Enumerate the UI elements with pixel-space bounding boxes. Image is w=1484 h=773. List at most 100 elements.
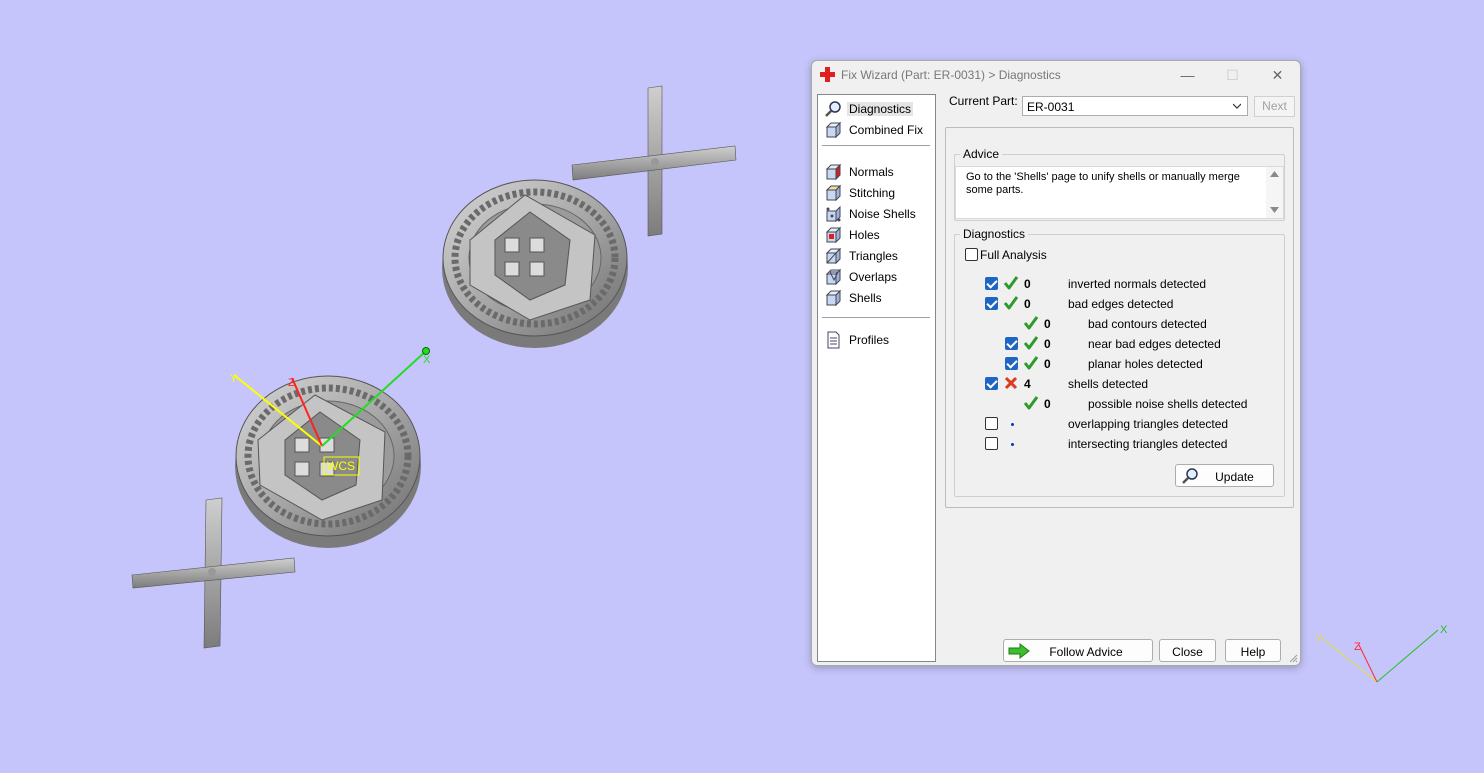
overlapping-triangles-checkbox[interactable]: [985, 417, 998, 430]
update-button[interactable]: Update: [1175, 464, 1274, 487]
document-icon: [827, 331, 840, 349]
nav-label: Overlaps: [849, 270, 898, 284]
current-part-select[interactable]: ER-0031: [1022, 96, 1248, 116]
planar-holes-checkbox[interactable]: [1005, 357, 1018, 370]
inverted-normals-checkbox[interactable]: [985, 277, 998, 290]
nav-separator: [822, 145, 930, 146]
shells-icon: [825, 289, 842, 307]
nav-label: Diagnostics: [847, 102, 914, 116]
nav-label: Holes: [849, 228, 880, 242]
intersecting-triangles-text: intersecting triangles detected: [1068, 437, 1228, 451]
shells-checkbox[interactable]: [985, 377, 998, 390]
minimize-button[interactable]: —: [1165, 61, 1210, 89]
nav-item-normals[interactable]: Normals: [822, 162, 932, 182]
full-analysis-checkbox[interactable]: [965, 248, 978, 261]
nav-label: Stitching: [849, 186, 896, 200]
current-part-label: Current Part:: [949, 94, 1018, 108]
scroll-up-arrow[interactable]: [1270, 171, 1279, 177]
axis-label-x: X: [423, 354, 431, 366]
overlaps-icon: [825, 268, 842, 286]
nav-label: Shells: [849, 291, 882, 305]
close-button[interactable]: Close: [1159, 639, 1216, 662]
green-check-icon: [1023, 396, 1039, 410]
noise-shells-count: 0: [1044, 397, 1051, 411]
axis-label-z: Z: [288, 377, 295, 389]
full-analysis-label: Full Analysis: [980, 248, 1047, 262]
triangles-icon: [825, 247, 842, 265]
nav-separator: [822, 317, 930, 318]
nav-label: Combined Fix: [849, 123, 924, 137]
current-part-value: ER-0031: [1027, 100, 1075, 114]
bad-edges-text: bad edges detected: [1068, 297, 1174, 311]
normals-icon: [825, 163, 842, 181]
green-check-icon: [1023, 336, 1039, 350]
advice-scrollbar[interactable]: [1266, 167, 1283, 218]
bad-contours-count: 0: [1044, 317, 1051, 331]
help-label: Help: [1240, 645, 1266, 659]
nav-item-overlaps[interactable]: Overlaps: [822, 267, 932, 287]
nav-label: Noise Shells: [849, 207, 916, 221]
nav-label: Normals: [849, 165, 894, 179]
holes-icon: [825, 226, 842, 244]
red-x-icon: [1004, 376, 1018, 390]
wcs-label: WCS: [327, 459, 355, 473]
inverted-normals-text: inverted normals detected: [1068, 277, 1207, 291]
part-ring-upper: [442, 179, 628, 348]
advice-textbox[interactable]: Go to the 'Shells' page to unify shells …: [955, 166, 1284, 219]
nav-item-profiles[interactable]: Profiles: [822, 330, 932, 350]
bad-edges-count: 0: [1024, 297, 1031, 311]
green-check-icon: [1003, 296, 1019, 310]
scroll-down-arrow[interactable]: [1270, 207, 1279, 213]
near-bad-edges-checkbox[interactable]: [1005, 337, 1018, 350]
noise-shells-text: possible noise shells detected: [1088, 397, 1248, 411]
window-title: Fix Wizard (Part: ER-0031) > Diagnostics: [841, 68, 1061, 82]
diagnostics-caption: Diagnostics: [960, 227, 1029, 241]
triad-label-x: X: [1440, 624, 1448, 636]
pending-dot-icon: [1011, 443, 1014, 446]
planar-holes-count: 0: [1044, 357, 1051, 371]
green-check-icon: [1023, 356, 1039, 370]
near-bad-edges-count: 0: [1044, 337, 1051, 351]
green-check-icon: [1023, 316, 1039, 330]
title-bar[interactable]: Fix Wizard (Part: ER-0031) > Diagnostics…: [812, 61, 1300, 89]
nav-label: Profiles: [849, 333, 890, 347]
resize-grip-icon[interactable]: [1288, 653, 1298, 663]
nav-item-holes[interactable]: Holes: [822, 225, 932, 245]
bad-edges-checkbox[interactable]: [985, 297, 998, 310]
planar-holes-text: planar holes detected: [1088, 357, 1203, 371]
shells-text: shells detected: [1068, 377, 1149, 391]
maximize-button[interactable]: ☐: [1210, 61, 1255, 89]
inverted-normals-count: 0: [1024, 277, 1031, 291]
cube-icon: [825, 121, 842, 139]
nav-item-stitching[interactable]: Stitching: [822, 183, 932, 203]
intersecting-triangles-checkbox[interactable]: [985, 437, 998, 450]
nav-item-diagnostics[interactable]: Diagnostics: [822, 99, 932, 119]
nav-label: Triangles: [849, 249, 898, 263]
nav-item-shells[interactable]: Shells: [822, 288, 932, 308]
green-check-icon: [1003, 276, 1019, 290]
nav-item-noise-shells[interactable]: Noise Shells: [822, 204, 932, 224]
stitching-icon: [825, 184, 842, 202]
help-button[interactable]: Help: [1225, 639, 1281, 662]
shells-count: 4: [1024, 377, 1031, 391]
magnifier-icon: [825, 101, 841, 117]
nav-item-triangles[interactable]: Triangles: [822, 246, 932, 266]
red-cross-icon: [820, 67, 835, 82]
nav-item-combined-fix[interactable]: Combined Fix: [822, 120, 932, 140]
advice-caption: Advice: [960, 147, 1003, 161]
triad-label-y: Y: [1315, 633, 1323, 645]
noise-shells-icon: [826, 205, 841, 223]
update-label: Update: [1215, 470, 1254, 484]
axis-label-y: Y: [230, 373, 238, 385]
near-bad-edges-text: near bad edges detected: [1088, 337, 1221, 351]
follow-advice-label: Follow Advice: [1049, 645, 1123, 659]
follow-advice-button[interactable]: Follow Advice: [1003, 639, 1153, 662]
triad-label-z: Z: [1354, 641, 1361, 653]
orientation-triad: Y Z X: [1315, 624, 1448, 683]
fix-wizard-dialog: Fix Wizard (Part: ER-0031) > Diagnostics…: [811, 60, 1301, 666]
close-window-button[interactable]: ✕: [1255, 61, 1300, 89]
wizard-nav-panel: Diagnostics Combined Fix Normals Stitchi…: [817, 94, 936, 662]
chevron-down-icon: [1233, 103, 1241, 109]
next-button[interactable]: Next: [1254, 96, 1295, 117]
close-label: Close: [1172, 645, 1203, 659]
